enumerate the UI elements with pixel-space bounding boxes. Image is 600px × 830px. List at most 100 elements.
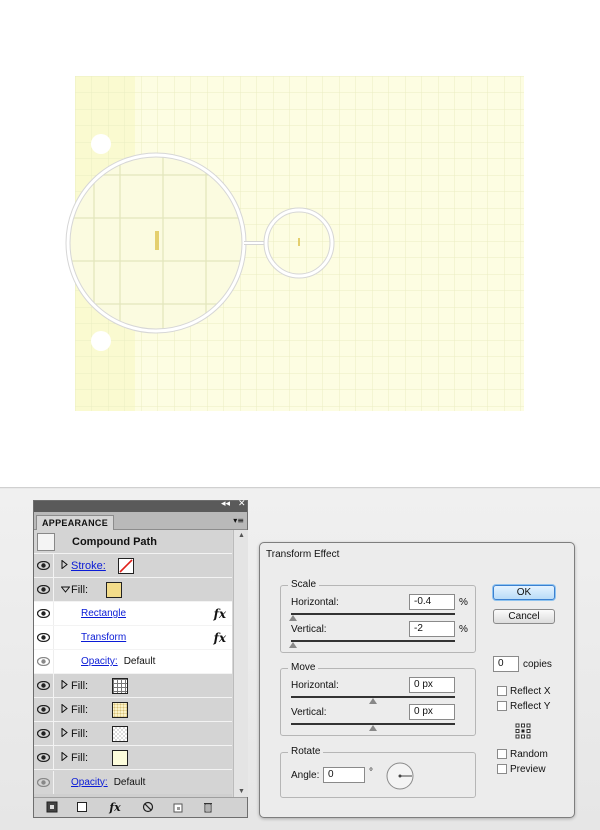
move-vertical-input[interactable]: 0 px [409, 704, 455, 720]
scale-horizontal-unit: % [459, 597, 468, 608]
fill-row[interactable]: Fill: [34, 698, 232, 722]
rotate-group: Rotate Angle: 0 ° [280, 746, 476, 798]
visibility-eye-icon[interactable] [34, 602, 54, 625]
grid-pattern-swatch[interactable] [112, 677, 129, 694]
visibility-eye-icon[interactable] [34, 674, 54, 697]
stroke-row[interactable]: Stroke: [34, 554, 232, 578]
object-type-row: Compound Path [34, 530, 232, 554]
scale-horizontal-label: Horizontal: [291, 597, 339, 608]
duplicate-item-icon[interactable] [170, 801, 186, 815]
stroke-label[interactable]: Stroke: [71, 560, 106, 572]
visibility-eye-icon[interactable] [34, 578, 54, 601]
fx-icon[interactable]: fx [214, 607, 226, 621]
visibility-eye-icon[interactable] [34, 722, 54, 745]
fx-icon[interactable]: fx [214, 631, 226, 645]
appearance-panel: ◂◂ ✕ APPEARANCE ▾≡ Compound Path Stroke:… [33, 499, 248, 818]
fill-row[interactable]: Fill: [34, 722, 232, 746]
add-new-stroke-icon[interactable] [44, 801, 60, 815]
reflect-y-checkbox[interactable] [497, 701, 507, 711]
move-horizontal-label: Horizontal: [291, 680, 339, 691]
artboard-canvas [0, 0, 600, 488]
slider-thumb[interactable] [369, 725, 377, 731]
scale-vertical-unit: % [459, 624, 468, 635]
move-group-label: Move [288, 662, 319, 673]
slider-thumb[interactable] [289, 642, 297, 648]
opacity-value: Default [113, 776, 146, 788]
slider-thumb[interactable] [289, 615, 297, 621]
angle-label: Angle: [291, 770, 320, 781]
reflect-x-checkbox[interactable] [497, 686, 507, 696]
visibility-eye-icon[interactable] [34, 698, 54, 721]
scale-vertical-label: Vertical: [291, 624, 327, 635]
transform-effect-link[interactable]: Transform [81, 632, 126, 643]
fill-label: Fill: [71, 703, 89, 716]
small-mark [298, 238, 300, 246]
visibility-eye-icon[interactable] [34, 626, 54, 649]
cancel-button[interactable]: Cancel [493, 609, 555, 624]
tab-appearance[interactable]: APPEARANCE [36, 515, 114, 530]
angle-dial[interactable] [385, 761, 415, 791]
scroll-up-icon[interactable]: ▲ [238, 532, 245, 539]
add-new-fill-icon[interactable] [74, 801, 90, 815]
collapse-triangle-icon[interactable] [60, 584, 71, 596]
expand-triangle-icon[interactable] [61, 558, 69, 572]
rotate-group-label: Rotate [288, 746, 324, 757]
fill-label: Fill: [71, 679, 89, 692]
fill-swatch[interactable] [106, 581, 123, 598]
preview-checkbox[interactable] [497, 764, 507, 774]
visibility-eye-icon[interactable] [34, 554, 54, 577]
random-label: Random [510, 749, 548, 760]
rectangle-effect-link[interactable]: Rectangle [81, 608, 126, 619]
expand-triangle-icon[interactable] [61, 678, 69, 692]
scale-horizontal-slider[interactable] [291, 613, 455, 615]
panel-titlebar[interactable]: ◂◂ ✕ [34, 499, 247, 512]
reference-point-icon[interactable] [515, 723, 531, 739]
degree-symbol: ° [369, 767, 373, 778]
scale-group: Scale Horizontal: -0.4 % Vertical: -2 % [280, 579, 476, 653]
object-opacity-row[interactable]: Opacity: Default [34, 770, 232, 794]
checker-pattern-swatch[interactable] [112, 725, 129, 742]
random-checkbox[interactable] [497, 749, 507, 759]
add-new-effect-icon[interactable]: fx [104, 801, 126, 815]
scale-vertical-slider[interactable] [291, 640, 455, 642]
reflect-x-label: Reflect X [510, 686, 551, 697]
fill-row[interactable]: Fill: [34, 578, 232, 602]
fill-opacity-row[interactable]: Opacity: Default [34, 650, 232, 674]
expand-triangle-icon[interactable] [61, 750, 69, 764]
fill-row[interactable]: Fill: [34, 746, 232, 770]
clear-appearance-icon[interactable] [140, 801, 156, 815]
preview-label: Preview [510, 764, 546, 775]
fill-label: Fill: [71, 727, 89, 740]
effect-row-rectangle[interactable]: Rectangle fx [34, 602, 232, 626]
panel-menu-icon[interactable]: ▾≡ [233, 516, 244, 525]
expand-triangle-icon[interactable] [61, 726, 69, 740]
collapse-icon[interactable]: ◂◂ [221, 499, 230, 509]
visibility-eye-icon[interactable] [34, 770, 54, 794]
close-icon[interactable]: ✕ [238, 499, 246, 509]
slider-thumb[interactable] [369, 698, 377, 704]
move-horizontal-input[interactable]: 0 px [409, 677, 455, 693]
scroll-down-icon[interactable]: ▼ [238, 788, 245, 795]
opacity-link[interactable]: Opacity: [81, 656, 118, 667]
delete-item-icon[interactable] [200, 801, 216, 815]
dialog-title: Transform Effect [266, 549, 340, 560]
ok-button[interactable]: OK [493, 585, 555, 600]
fill-row[interactable]: Fill: [34, 674, 232, 698]
binder-hole [91, 331, 111, 351]
scale-horizontal-input[interactable]: -0.4 [409, 594, 455, 610]
opacity-value: Default [123, 656, 156, 667]
scale-vertical-input[interactable]: -2 [409, 621, 455, 637]
copies-input[interactable]: 0 [493, 656, 519, 672]
stroke-swatch[interactable] [117, 557, 134, 574]
fill-label: Fill: [71, 583, 89, 596]
dot-pattern-swatch[interactable] [112, 701, 129, 718]
visibility-eye-icon[interactable] [34, 746, 54, 769]
angle-input[interactable]: 0 [323, 767, 365, 783]
magnified-mark [155, 231, 159, 250]
opacity-link[interactable]: Opacity: [71, 777, 108, 788]
expand-triangle-icon[interactable] [61, 702, 69, 716]
fill-swatch[interactable] [112, 749, 129, 766]
visibility-eye-icon[interactable] [34, 650, 54, 673]
effect-row-transform[interactable]: Transform fx [34, 626, 232, 650]
panel-scrollbar[interactable]: ▲ ▼ [233, 530, 248, 797]
